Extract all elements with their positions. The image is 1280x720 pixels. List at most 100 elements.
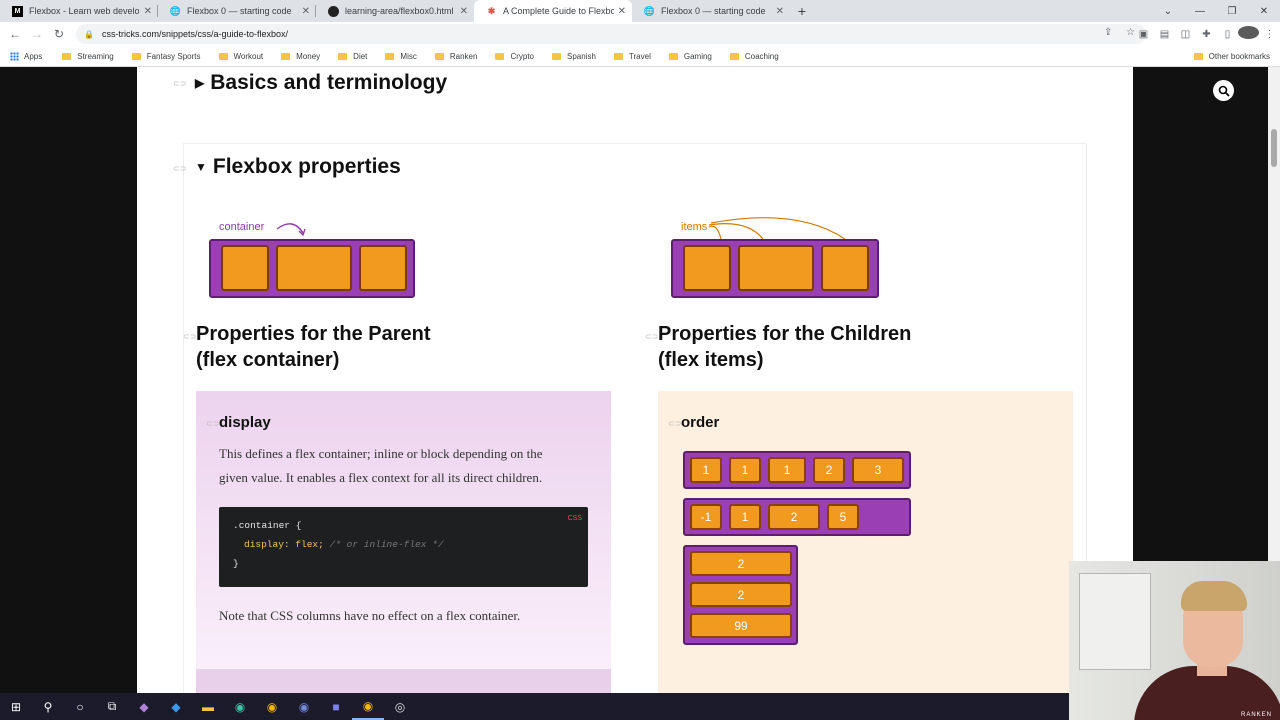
close-icon[interactable]: ✕ (302, 6, 310, 17)
close-window-icon[interactable]: ✕ (1248, 0, 1280, 22)
container-label: container (219, 221, 265, 233)
browser-tab[interactable]: 🌐 Flexbox 0 — starting code ✕ (158, 0, 316, 22)
folder-icon (552, 52, 561, 60)
tab-title: A Complete Guide to Flexbox | C (503, 6, 614, 16)
code-property: display: flex; (244, 539, 324, 550)
order-item: 3 (852, 457, 904, 483)
anchor-link-icon[interactable]: ⊂⊃ (206, 419, 219, 428)
tab-title: Flexbox 0 — starting code (187, 6, 292, 16)
flexbox-properties-heading[interactable]: ▼ Flexbox properties (195, 155, 401, 179)
close-icon[interactable]: ✕ (776, 6, 784, 17)
whiteboard (1079, 573, 1151, 670)
bookmark-folder[interactable]: Coaching (729, 52, 779, 61)
windows-start-icon[interactable]: ⊞ (0, 693, 32, 720)
reload-icon[interactable]: ↻ (48, 23, 70, 45)
bookmark-folder[interactable]: Workout (218, 52, 263, 61)
extension-icon[interactable]: ▣ (1133, 29, 1154, 40)
tab-title: learning-area/flexbox0.html at m (345, 6, 456, 16)
extension-icon[interactable]: ◫ (1175, 29, 1196, 40)
github-icon (328, 5, 339, 17)
bookmark-folder[interactable]: Gaming (668, 52, 712, 61)
tab-title: Flexbox 0 — starting code (661, 6, 766, 16)
chrome-active-icon[interactable]: ◉ (352, 693, 384, 720)
bookmark-folder[interactable]: Travel (613, 52, 651, 61)
flex-item-box (738, 245, 814, 291)
lock-icon[interactable]: 🔒 (84, 30, 94, 39)
apps-bookmark[interactable]: Apps (10, 51, 42, 61)
task-view-icon[interactable]: ⧉ (96, 693, 128, 720)
expand-triangle-icon: ▶ (195, 76, 205, 90)
chrome-icon[interactable]: ◉ (256, 693, 288, 720)
close-icon[interactable]: ✕ (144, 6, 152, 17)
folder-icon (62, 52, 72, 60)
folder-icon (1193, 52, 1203, 60)
scrollbar-thumb[interactable] (1271, 129, 1277, 167)
other-bookmarks[interactable]: Other bookmarks (1193, 52, 1270, 61)
forward-icon[interactable]: → (26, 23, 48, 45)
search-icon[interactable] (1213, 80, 1234, 101)
flex-items-illustration: items (671, 213, 881, 301)
bookmark-folder[interactable]: Ranken (434, 52, 477, 61)
share-icon[interactable]: ⇪ (1104, 27, 1112, 38)
bookmark-folder[interactable]: Streaming (62, 51, 114, 61)
flex-item-box (683, 245, 731, 291)
order-item: 1 (768, 457, 806, 483)
flex-item-box (221, 245, 269, 291)
browser-tab-active[interactable]: ✱ A Complete Guide to Flexbox | C ✕ (474, 0, 632, 22)
new-tab-button[interactable]: + (790, 0, 814, 22)
bookmark-folder[interactable]: Diet (338, 52, 367, 61)
obs-icon[interactable]: ◎ (384, 693, 416, 720)
bookmark-folder[interactable]: Fantasy Sports (131, 51, 201, 61)
browser-tab[interactable]: learning-area/flexbox0.html at m ✕ (316, 0, 474, 22)
code-comment: /* or inline-flex */ (329, 539, 444, 550)
bookmark-folder[interactable]: Money (281, 52, 320, 61)
bookmark-folder[interactable]: Spanish (552, 52, 596, 61)
extension-icon[interactable]: ▤ (1154, 29, 1175, 40)
minimize-icon[interactable]: — (1184, 0, 1216, 22)
sidebar-icon[interactable]: ▯ (1217, 29, 1238, 40)
browser-tab[interactable]: M Flexbox - Learn web developme ✕ (0, 0, 158, 22)
profile-avatar[interactable] (1238, 26, 1259, 42)
browser-tab[interactable]: 🌐 Flexbox 0 — starting code ✕ (632, 0, 790, 22)
file-explorer-icon[interactable]: ▬ (192, 693, 224, 720)
description-line: This defines a flex container; inline or… (219, 446, 543, 461)
puzzle-icon[interactable]: ✚ (1196, 29, 1217, 40)
tab-search-icon[interactable]: ⌄ (1152, 0, 1184, 22)
anchor-link-icon[interactable]: ⊂⊃ (645, 332, 658, 341)
anchor-link-icon[interactable]: ⊂⊃ (173, 164, 186, 173)
cortana-icon[interactable]: ○ (64, 693, 96, 720)
chat-icon[interactable]: ◉ (288, 693, 320, 720)
restore-icon[interactable]: ❐ (1216, 0, 1248, 22)
order-item: 2 (690, 551, 792, 576)
close-icon[interactable]: ✕ (618, 6, 626, 17)
teams-icon[interactable]: ■ (320, 693, 352, 720)
folder-icon (385, 52, 395, 60)
display-description: This defines a flex container; inline or… (219, 442, 599, 490)
order-item: 2 (813, 457, 845, 483)
folder-icon (668, 52, 678, 60)
basics-heading[interactable]: ▶ Basics and terminology (195, 71, 447, 95)
folder-icon (281, 52, 291, 60)
anchor-link-icon[interactable]: ⊂⊃ (173, 79, 186, 88)
bookmarks-bar: Apps Streaming Fantasy Sports Workout Mo… (0, 46, 1280, 67)
vscode-icon[interactable]: ◆ (160, 693, 192, 720)
edge-icon[interactable]: ◉ (224, 693, 256, 720)
children-properties-heading: Properties for the Children (flex items) (658, 321, 911, 373)
bookmark-folder[interactable]: Misc (385, 52, 417, 61)
address-bar[interactable]: 🔒 css-tricks.com/snippets/css/a-guide-to… (76, 24, 1146, 44)
back-icon[interactable]: ← (4, 23, 26, 45)
bookmark-label: Fantasy Sports (146, 51, 201, 61)
close-icon[interactable]: ✕ (460, 6, 468, 17)
order-item: 5 (827, 504, 859, 530)
items-label: items (681, 221, 708, 233)
order-item: 2 (690, 582, 792, 607)
extensions-area: ▣ ▤ ◫ ✚ ▯ ⋮ (1133, 22, 1280, 46)
visual-studio-icon[interactable]: ◆ (128, 693, 160, 720)
anchor-link-icon[interactable]: ⊂⊃ (668, 419, 681, 428)
bookmark-folder[interactable]: Crypto (495, 52, 534, 61)
menu-icon[interactable]: ⋮ (1259, 29, 1280, 40)
search-icon[interactable]: ⚲ (32, 693, 64, 720)
collapse-triangle-icon: ▼ (195, 160, 207, 174)
bookmark-label: Streaming (77, 51, 114, 61)
anchor-link-icon[interactable]: ⊂⊃ (183, 332, 196, 341)
